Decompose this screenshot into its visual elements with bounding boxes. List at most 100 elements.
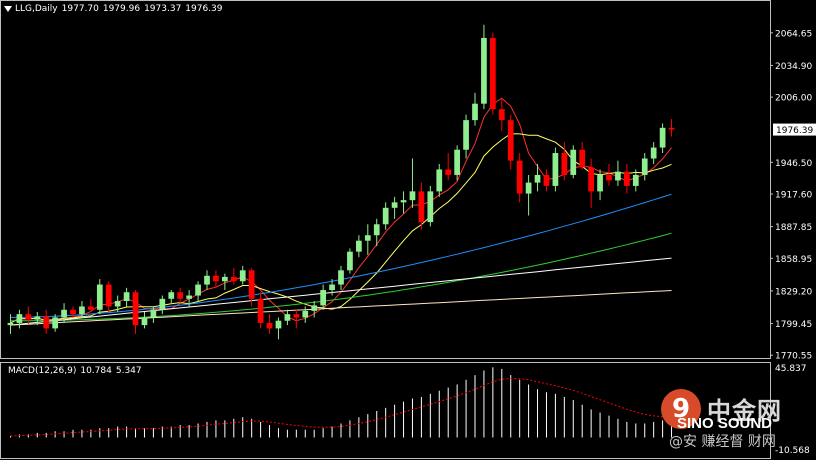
candle-body <box>61 309 67 318</box>
price-tick-label: 1917.60 <box>775 191 812 201</box>
watermark-logo: 9 中金网 SINO SOUND @安 赚经督 财网 <box>655 385 815 457</box>
candle-body <box>320 290 326 306</box>
candle-body <box>382 207 389 225</box>
candle-body <box>168 292 175 299</box>
high-value: 1979.96 <box>102 4 141 14</box>
close-value: 1976.39 <box>185 4 223 14</box>
price-tick-label: 1829.20 <box>775 287 812 297</box>
candle-body <box>534 174 541 183</box>
candle-body <box>293 314 300 318</box>
candle-body <box>7 322 14 326</box>
candle-body <box>88 306 94 310</box>
price-tick-label: 2006.00 <box>775 94 812 104</box>
price-tick-label: 1887.85 <box>775 223 812 233</box>
candle-body <box>52 317 58 329</box>
candle-body <box>409 191 416 201</box>
candle-body <box>248 270 255 299</box>
candle-body <box>659 127 666 148</box>
candle-body <box>311 305 318 311</box>
candle-body <box>34 316 41 320</box>
macd-header: MACD(12,26,9) 10.784 5.347 <box>8 366 146 376</box>
candle-body <box>302 310 309 318</box>
candle-body <box>481 37 487 104</box>
candle-body <box>79 306 85 315</box>
candle-body <box>329 284 335 291</box>
candle-body <box>284 314 291 321</box>
candle-body <box>650 147 657 159</box>
candle-body <box>347 251 353 271</box>
candle-body <box>641 158 648 175</box>
candle-body <box>632 174 639 186</box>
candle-body <box>507 120 514 161</box>
watermark-en: SINO SOUND <box>677 415 773 432</box>
main-chart-pane <box>0 0 771 359</box>
candle-body <box>436 169 443 192</box>
price-tick-label: 2064.65 <box>775 29 812 39</box>
candle-body <box>213 275 219 282</box>
candle-body <box>561 153 568 175</box>
candle-body <box>552 153 559 186</box>
symbol-timeframe: LLG,Daily <box>15 4 58 14</box>
low-value: 1973.37 <box>144 4 182 14</box>
candle-body <box>400 200 407 203</box>
candle-body <box>543 174 550 186</box>
candle-body <box>579 149 586 168</box>
candle-body <box>364 235 371 241</box>
candle-body <box>615 171 621 181</box>
candle-body <box>624 171 630 186</box>
candle-body <box>338 270 344 285</box>
candle-body <box>141 317 148 326</box>
candle-body <box>239 270 246 282</box>
candle-body <box>275 320 282 329</box>
candle-body <box>43 316 50 329</box>
candle-body <box>123 292 130 301</box>
candle-body <box>159 298 166 310</box>
candle-body <box>427 191 434 223</box>
candle-body <box>150 309 157 318</box>
candle-body <box>606 174 612 181</box>
dropdown-triangle-icon[interactable] <box>4 5 12 12</box>
candle-body <box>498 109 505 121</box>
candle-body <box>114 301 121 307</box>
candle-body <box>177 292 184 299</box>
candle-body <box>454 149 460 175</box>
macd-signal-value: 5.347 <box>115 366 142 376</box>
watermark-sub: @安 赚经督 财网 <box>669 434 776 450</box>
candle-body <box>195 284 201 296</box>
candle-body <box>391 202 398 208</box>
candle-body <box>204 275 210 285</box>
candle-body <box>222 276 228 282</box>
price-tick-label: 1799.45 <box>775 320 812 330</box>
candle-body <box>25 314 32 320</box>
current-price-label: 1976.39 <box>776 126 813 136</box>
candle-body <box>373 224 380 236</box>
candle-body <box>356 240 362 252</box>
candle-body <box>257 298 264 323</box>
candle-body <box>570 149 577 175</box>
chart-header: LLG,Daily 1977.70 1979.96 1973.37 1976.39 <box>4 4 227 14</box>
candle-body <box>16 314 23 323</box>
candle-body <box>472 103 478 121</box>
candle-body <box>266 322 273 329</box>
macd-tick-label: 45.837 <box>775 364 807 374</box>
candle-body <box>230 276 237 282</box>
candle-body <box>186 295 192 299</box>
candle-body <box>70 309 76 315</box>
open-value: 1977.70 <box>61 4 99 14</box>
candle-body <box>463 120 469 150</box>
candle-body <box>418 191 425 223</box>
candle-body <box>105 284 112 307</box>
price-tick-label: 1770.55 <box>775 352 812 362</box>
macd-label: MACD(12,26,9) <box>8 366 77 376</box>
candle-body <box>96 284 103 310</box>
candle-body <box>525 182 532 194</box>
candle-body <box>516 160 523 194</box>
price-tick-label: 1858.95 <box>775 255 812 265</box>
candle-body <box>588 167 594 192</box>
candle-body <box>490 37 496 110</box>
candle-body <box>668 127 675 130</box>
candle-body <box>445 169 452 175</box>
candle-body <box>132 292 139 326</box>
macd-value: 10.784 <box>80 366 112 376</box>
price-tick-label: 2034.90 <box>775 62 812 72</box>
